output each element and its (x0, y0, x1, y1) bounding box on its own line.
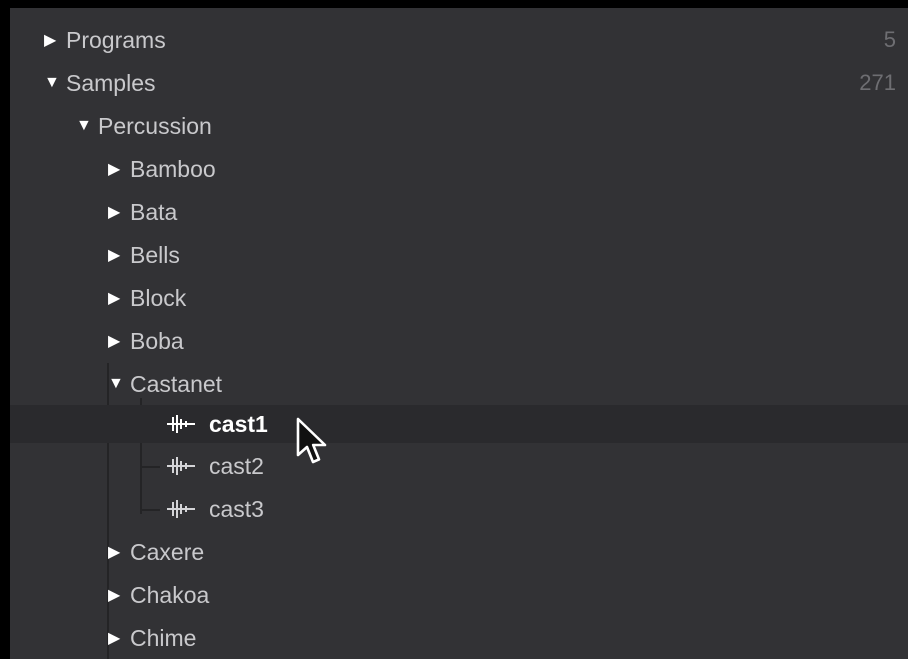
tree-item-folder[interactable]: ▶ Bells (10, 237, 908, 273)
tree-item-label: Bata (130, 198, 178, 225)
expand-arrow-icon[interactable]: ▶ (108, 202, 130, 222)
expand-arrow-icon[interactable]: ▶ (108, 245, 130, 265)
collapse-arrow-icon[interactable]: ▼ (108, 375, 130, 393)
tree-item-label: Caxere (130, 538, 205, 565)
file-label: cast1 (209, 410, 268, 437)
waveform-icon (167, 415, 195, 433)
tree-item-label: Bells (130, 241, 180, 268)
item-count: 5 (883, 27, 896, 52)
expand-arrow-icon[interactable]: ▶ (44, 30, 66, 50)
mouse-pointer-icon (296, 417, 327, 464)
tree-item-programs[interactable]: ▶ Programs 5 (10, 22, 908, 58)
tree-file-item[interactable]: cast3 (10, 491, 908, 527)
tree-item-castanet[interactable]: ▼ Castanet (10, 366, 908, 402)
tree-item-folder[interactable]: ▶ Block (10, 280, 908, 316)
tree-item-label: Boba (130, 327, 184, 354)
expand-arrow-icon[interactable]: ▶ (108, 331, 130, 351)
tree-file-item[interactable]: cast2 (10, 448, 908, 484)
collapse-arrow-icon[interactable]: ▼ (44, 74, 66, 92)
expand-arrow-icon[interactable]: ▶ (108, 288, 130, 308)
tree-item-folder[interactable]: ▶ Bata (10, 194, 908, 230)
tree-item-folder[interactable]: ▶ Bamboo (10, 151, 908, 187)
tree-item-label: Percussion (98, 112, 212, 139)
tree-item-label: Chakoa (130, 581, 210, 608)
tree-item-label: Chime (130, 624, 197, 651)
tree-item-label: Block (130, 284, 187, 311)
file-label: cast3 (209, 495, 264, 522)
tree-file-item-selected[interactable]: cast1 (10, 405, 908, 443)
tree-item-folder[interactable]: ▶ Chakoa (10, 577, 908, 613)
item-count: 271 (859, 70, 896, 95)
file-label: cast2 (209, 452, 264, 479)
tree-item-folder[interactable]: ▶ Boba (10, 323, 908, 359)
tree-item-label: Programs (66, 26, 166, 53)
tree-item-label: Samples (66, 69, 156, 96)
expand-arrow-icon[interactable]: ▶ (108, 159, 130, 179)
tree-item-label: Bamboo (130, 155, 216, 182)
expand-arrow-icon[interactable]: ▶ (108, 542, 130, 562)
expand-arrow-icon[interactable]: ▶ (108, 628, 130, 648)
tree-item-samples[interactable]: ▼ Samples 271 (10, 65, 908, 101)
expand-arrow-icon[interactable]: ▶ (108, 585, 130, 605)
tree-item-folder[interactable]: ▶ Chime (10, 620, 908, 656)
tree-item-folder[interactable]: ▶ Caxere (10, 534, 908, 570)
waveform-icon (167, 500, 195, 518)
tree-item-percussion[interactable]: ▼ Percussion (10, 108, 908, 144)
browser-tree-panel: ▶ Programs 5 ▼ Samples 271 ▼ Percussion … (10, 8, 908, 659)
waveform-icon (167, 457, 195, 475)
tree-item-label: Castanet (130, 370, 223, 397)
collapse-arrow-icon[interactable]: ▼ (76, 117, 98, 135)
